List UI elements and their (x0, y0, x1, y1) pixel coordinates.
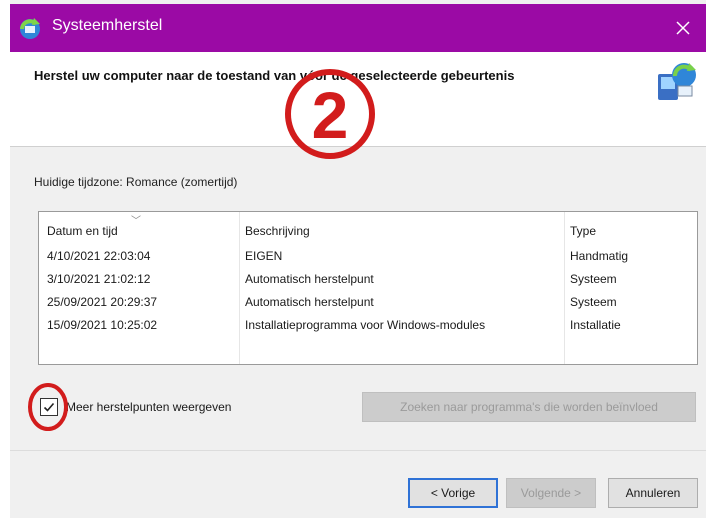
cell-type: Systeem (570, 295, 617, 309)
cell-type: Installatie (570, 318, 621, 332)
cell-datetime: 15/09/2021 10:25:02 (47, 318, 158, 332)
cell-datetime: 25/09/2021 20:29:37 (47, 295, 158, 309)
column-separator (564, 212, 565, 364)
sort-indicator-icon: ﹀ (131, 216, 141, 227)
annotation-circle (28, 383, 68, 431)
system-restore-icon (20, 18, 40, 39)
window-title: Systeemherstel (52, 17, 163, 34)
close-button[interactable] (660, 4, 706, 52)
cancel-button[interactable]: Annuleren (608, 478, 698, 508)
annotation-number-text: 2 (312, 78, 349, 152)
more-restore-points-label: Meer herstelpunten weergeven (66, 400, 232, 414)
next-button[interactable]: Volgende > (506, 478, 596, 508)
cell-type: Handmatig (570, 249, 629, 263)
back-button[interactable]: < Vorige (408, 478, 498, 508)
restore-computer-icon (658, 63, 696, 100)
scan-affected-programs-button[interactable]: Zoeken naar programma's die worden beïnv… (362, 392, 696, 422)
close-icon (676, 21, 690, 35)
cell-description: Installatieprogramma voor Windows-module… (245, 318, 486, 332)
annotation-number-2: 2 (285, 69, 375, 159)
cell-description: Automatisch herstelpunt (245, 272, 374, 286)
divider (10, 450, 706, 451)
cell-description: Automatisch herstelpunt (245, 295, 374, 309)
cell-type: Systeem (570, 272, 617, 286)
cell-datetime: 4/10/2021 22:03:04 (47, 249, 151, 263)
timezone-label: Huidige tijdzone: Romance (zomertijd) (34, 175, 238, 189)
cell-datetime: 3/10/2021 21:02:12 (47, 272, 151, 286)
restore-points-table[interactable]: ﹀ Datum en tijd Beschrijving Type 4/10/2… (38, 211, 698, 365)
title-bar: Systeemherstel (10, 4, 706, 52)
column-header-datetime[interactable]: Datum en tijd (47, 224, 118, 238)
system-restore-window: Systeemherstel Herstel uw computer naar … (10, 0, 706, 518)
column-separator (239, 212, 240, 364)
cell-description: EIGEN (245, 249, 283, 263)
column-header-type[interactable]: Type (570, 224, 596, 238)
column-header-description[interactable]: Beschrijving (245, 224, 310, 238)
